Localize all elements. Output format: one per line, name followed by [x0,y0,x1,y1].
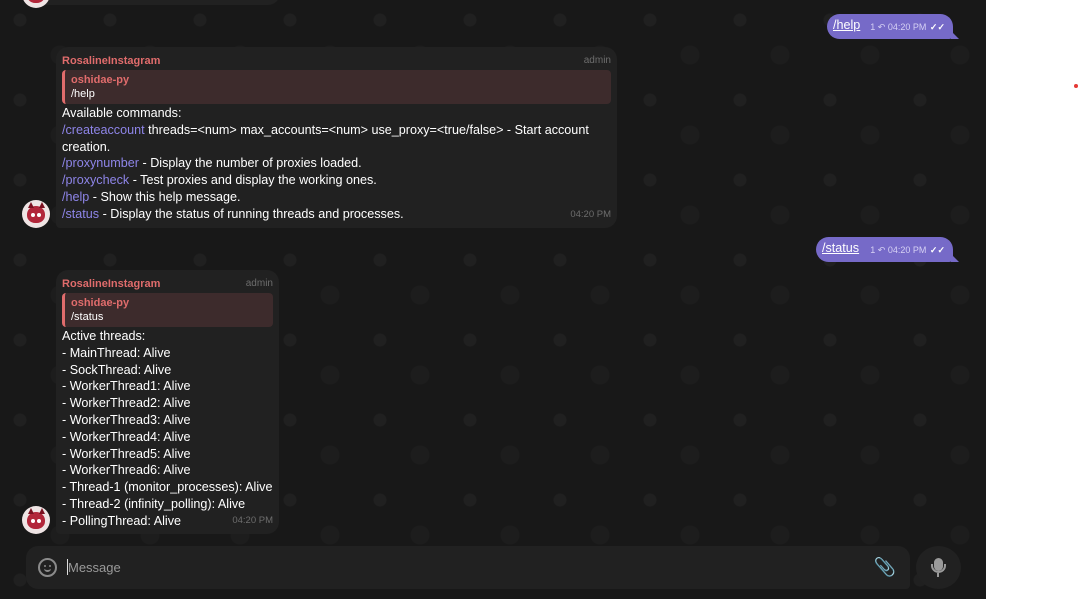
command-link[interactable]: /help [62,190,89,204]
command-link[interactable]: /proxycheck [62,173,129,187]
quoted-sender: oshidae-py [71,74,130,86]
message-time: 04:20 PM [232,515,273,527]
line-text: - Show this help message. [89,189,241,204]
reply-count: 1 [870,245,876,255]
message-input[interactable] [68,557,848,577]
incoming-message-status-reply[interactable]: RosalineInstagram admin oshidae-py /stat… [56,270,279,534]
line-text: - Test proxies and display the working o… [129,173,377,188]
message-line: /help - Show this help message. [62,189,589,206]
message-line: /proxynumber - Display the number of pro… [62,155,589,172]
message-time: 04:20 PM [887,245,927,255]
command-link[interactable]: /status [62,207,99,221]
right-blank-pane [986,0,1079,599]
message-line: - WorkerThread3: Alive [62,412,191,427]
message-meta: 1 ↶ 04:20 PM ✓✓ [870,245,945,256]
text-caret [67,559,68,575]
line-text: - Display the number of proxies loaded. [139,156,362,171]
microphone-stand [931,564,946,573]
incoming-message-help-reply[interactable]: RosalineInstagram admin oshidae-py /help… [56,47,617,228]
quoted-reply[interactable]: oshidae-py /status [62,293,273,327]
double-check-icon: ✓✓ [929,22,945,32]
sender-name[interactable]: RosalineInstagram [62,53,160,70]
line-text: - Display the status of running threads … [99,206,404,221]
bot-avatar[interactable] [22,200,50,228]
command-link-status[interactable]: /status [822,241,859,255]
message-line: - MainThread: Alive [62,345,171,360]
message-line: /proxycheck - Test proxies and display t… [62,172,589,189]
line-text: creation. [62,139,111,154]
message-line: - WorkerThread5: Alive [62,446,191,461]
double-check-icon: ✓✓ [929,245,945,255]
message-meta: 1 ↶ 04:20 PM ✓✓ [870,22,945,33]
smile-icon[interactable] [38,558,57,577]
chat-area: /help 1 ↶ 04:20 PM ✓✓ RosalineInstagram … [0,0,986,599]
message-body: Active threads: - MainThread: Alive - So… [62,328,272,530]
line-text: Available commands: [62,106,182,120]
message-line: /createaccount threads=<num> max_account… [62,122,589,139]
message-line: - Thread-2 (infinity_polling): Alive [62,496,246,511]
message-time: 04:20 PM [570,209,611,221]
indicator-dot [1074,84,1078,88]
sender-role-badge: admin [245,278,273,289]
voice-record-button[interactable] [916,546,961,589]
sender-role-badge: admin [583,55,611,66]
reply-arrow-icon: ↶ [877,245,886,255]
message-line: - WorkerThread4: Alive [62,429,191,444]
paperclip-icon[interactable]: 📎 [874,557,896,577]
quoted-text: /help [71,88,95,100]
reply-count: 1 [870,22,876,32]
message-line: Available commands: [62,105,589,122]
sender-name[interactable]: RosalineInstagram [62,276,160,293]
quoted-text: /status [71,311,104,323]
message-line: - WorkerThread1: Alive [62,379,191,394]
command-link-help[interactable]: /help [833,18,860,32]
message-line: - SockThread: Alive [62,362,172,377]
bot-avatar[interactable] [22,506,50,534]
message-line: - WorkerThread2: Alive [62,396,191,411]
previous-message-bubble [22,0,280,5]
message-line: /status - Display the status of running … [62,206,589,223]
message-body: Available commands: /createaccount threa… [62,105,589,223]
message-composer: 📎 [26,546,910,589]
outgoing-message-help[interactable]: /help 1 ↶ 04:20 PM ✓✓ [827,14,959,39]
quoted-reply[interactable]: oshidae-py /help [62,70,611,104]
message-line: - Thread-1 (monitor_processes): Alive [62,480,273,495]
message-time: 04:20 PM [887,22,927,32]
message-line: creation. [62,139,589,156]
microphone-base [937,573,939,577]
outgoing-message-status[interactable]: /status 1 ↶ 04:20 PM ✓✓ [816,237,959,262]
command-link[interactable]: /proxynumber [62,156,139,170]
message-line: Active threads: [62,329,146,343]
quoted-sender: oshidae-py [71,297,130,309]
reply-arrow-icon: ↶ [877,22,886,32]
command-link[interactable]: /createaccount [62,123,145,137]
line-text: threads=<num> max_accounts=<num> use_pro… [144,122,589,137]
message-line: - WorkerThread6: Alive [62,463,191,478]
